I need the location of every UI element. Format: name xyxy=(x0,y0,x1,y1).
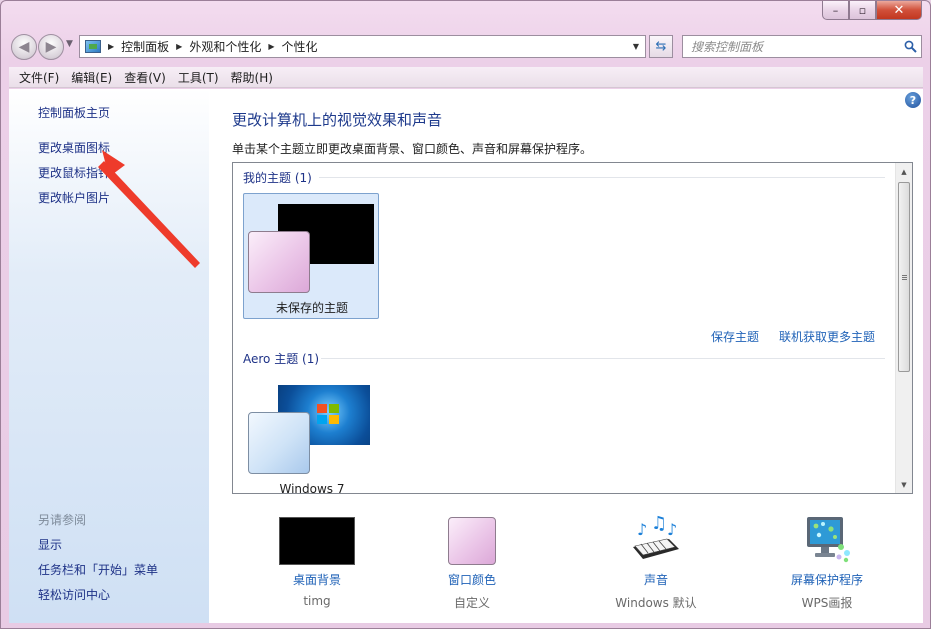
change-desktop-icons-link[interactable]: 更改桌面图标 xyxy=(38,139,110,156)
theme-color-preview xyxy=(248,412,310,474)
address-bar[interactable]: ▶ 控制面板 ▶ 外观和个性化 ▶ 个性化 ▼ xyxy=(79,35,646,58)
group-divider xyxy=(319,177,885,178)
quick-value: timg xyxy=(303,594,331,608)
chevron-right-icon[interactable]: ▶ xyxy=(108,42,114,51)
theme-list-scrollbar[interactable]: ▲ ▼ xyxy=(895,163,912,493)
theme-label: Windows 7 xyxy=(279,482,345,494)
scroll-down-arrow-icon[interactable]: ▼ xyxy=(896,476,912,493)
close-button[interactable]: ✕ xyxy=(876,1,922,20)
menu-edit[interactable]: 编辑(E) xyxy=(65,69,118,86)
screen-saver-monitor-icon xyxy=(807,517,850,563)
breadcrumb-personalization[interactable]: 个性化 xyxy=(282,38,318,55)
breadcrumb-appearance[interactable]: 外观和个性化 xyxy=(189,38,261,55)
see-also-taskbar-link[interactable]: 任务栏和「开始」菜单 xyxy=(38,561,158,578)
theme-list: 我的主题 (1) 未保存的主题 保存主题 联机获取更多主题 Aero 主题 (1… xyxy=(232,162,913,494)
svg-text:♪: ♪ xyxy=(637,520,647,539)
aero-themes-header: Aero 主题 (1) xyxy=(243,352,320,366)
search-input[interactable] xyxy=(683,36,899,57)
menu-help[interactable]: 帮助(H) xyxy=(225,69,279,86)
main-content: ? 更改计算机上的视觉效果和声音 单击某个主题立即更改桌面背景、窗口颜色、声音和… xyxy=(209,89,923,623)
refresh-icon: ⇆ xyxy=(655,39,667,54)
control-panel-window: – ▫ ✕ ◀ ▶ ▼ ▶ 控制面板 ▶ 外观和个性化 ▶ 个性化 ▼ ⇆ 文件… xyxy=(0,0,931,629)
help-icon[interactable]: ? xyxy=(905,92,921,108)
window-color-setting[interactable]: 窗口颜色 自定义 xyxy=(402,513,542,611)
search-icon[interactable] xyxy=(899,40,921,53)
sound-piano-icon: ♪ ♫ ♪ xyxy=(633,513,679,559)
scroll-up-arrow-icon[interactable]: ▲ xyxy=(896,163,912,180)
quick-value: Windows 默认 xyxy=(615,596,697,610)
scroll-thumb[interactable] xyxy=(898,182,910,372)
back-arrow-icon: ◀ xyxy=(18,39,30,55)
svg-text:♪: ♪ xyxy=(667,520,677,539)
theme-tile-unsaved[interactable]: 未保存的主题 xyxy=(243,193,379,319)
breadcrumb-control-panel[interactable]: 控制面板 xyxy=(121,38,169,55)
menu-bar: 文件(F) 编辑(E) 查看(V) 工具(T) 帮助(H) xyxy=(9,67,923,88)
chevron-right-icon[interactable]: ▶ xyxy=(268,42,274,51)
page-title: 更改计算机上的视觉效果和声音 xyxy=(232,111,443,129)
menu-file[interactable]: 文件(F) xyxy=(13,69,65,86)
desktop-background-setting[interactable]: 桌面背景 timg xyxy=(247,513,387,608)
menu-view[interactable]: 查看(V) xyxy=(118,69,172,86)
change-account-picture-link[interactable]: 更改帐户图片 xyxy=(38,189,110,206)
group-divider xyxy=(321,358,885,359)
search-box xyxy=(682,35,922,58)
forward-arrow-icon: ▶ xyxy=(45,39,57,55)
maximize-button[interactable]: ▫ xyxy=(849,1,876,20)
quick-value: WPS画报 xyxy=(801,596,853,610)
sounds-setting[interactable]: ♪ ♫ ♪ 声音 Windows 默认 xyxy=(586,513,726,611)
navigation-row: ◀ ▶ ▼ ▶ 控制面板 ▶ 外观和个性化 ▶ 个性化 ▼ ⇆ xyxy=(1,29,931,63)
refresh-button[interactable]: ⇆ xyxy=(649,35,673,58)
see-also-ease-of-access-link[interactable]: 轻松访问中心 xyxy=(38,586,110,603)
my-themes-header: 我的主题 (1) xyxy=(243,171,312,185)
menu-tools[interactable]: 工具(T) xyxy=(172,69,225,86)
address-dropdown-icon[interactable]: ▼ xyxy=(633,42,639,51)
quick-label[interactable]: 桌面背景 xyxy=(247,571,387,588)
quick-label[interactable]: 屏幕保护程序 xyxy=(757,571,897,588)
back-button[interactable]: ◀ xyxy=(11,34,37,60)
quick-value: 自定义 xyxy=(453,596,490,610)
theme-tile-windows7[interactable]: Windows 7 xyxy=(243,374,379,494)
see-also-display-link[interactable]: 显示 xyxy=(38,536,62,553)
desktop-background-icon xyxy=(279,517,355,565)
minimize-button[interactable]: – xyxy=(822,1,849,20)
control-panel-home-link[interactable]: 控制面板主页 xyxy=(38,104,110,121)
window-color-icon xyxy=(448,517,496,565)
recent-pages-dropdown[interactable]: ▼ xyxy=(66,39,73,49)
svg-text:♫: ♫ xyxy=(651,513,667,534)
quick-label[interactable]: 声音 xyxy=(586,571,726,588)
change-mouse-pointers-link[interactable]: 更改鼠标指针 xyxy=(38,164,110,181)
theme-color-preview xyxy=(248,231,310,293)
theme-label: 未保存的主题 xyxy=(275,301,348,315)
chevron-right-icon[interactable]: ▶ xyxy=(176,42,182,51)
see-also-heading: 另请参阅 xyxy=(38,513,87,527)
control-panel-icon xyxy=(85,40,101,53)
windows-logo-icon xyxy=(317,404,339,424)
page-description: 单击某个主题立即更改桌面背景、窗口颜色、声音和屏幕保护程序。 xyxy=(232,142,593,156)
quick-label[interactable]: 窗口颜色 xyxy=(402,571,542,588)
forward-button[interactable]: ▶ xyxy=(38,34,64,60)
save-theme-link[interactable]: 保存主题 xyxy=(711,328,759,345)
get-more-themes-link[interactable]: 联机获取更多主题 xyxy=(779,328,875,345)
task-pane: 控制面板主页 更改桌面图标 更改鼠标指针 更改帐户图片 另请参阅 显示 任务栏和… xyxy=(9,89,209,623)
screen-saver-setting[interactable]: 屏幕保护程序 WPS画报 xyxy=(757,513,897,611)
caption-buttons: – ▫ ✕ xyxy=(822,1,922,20)
